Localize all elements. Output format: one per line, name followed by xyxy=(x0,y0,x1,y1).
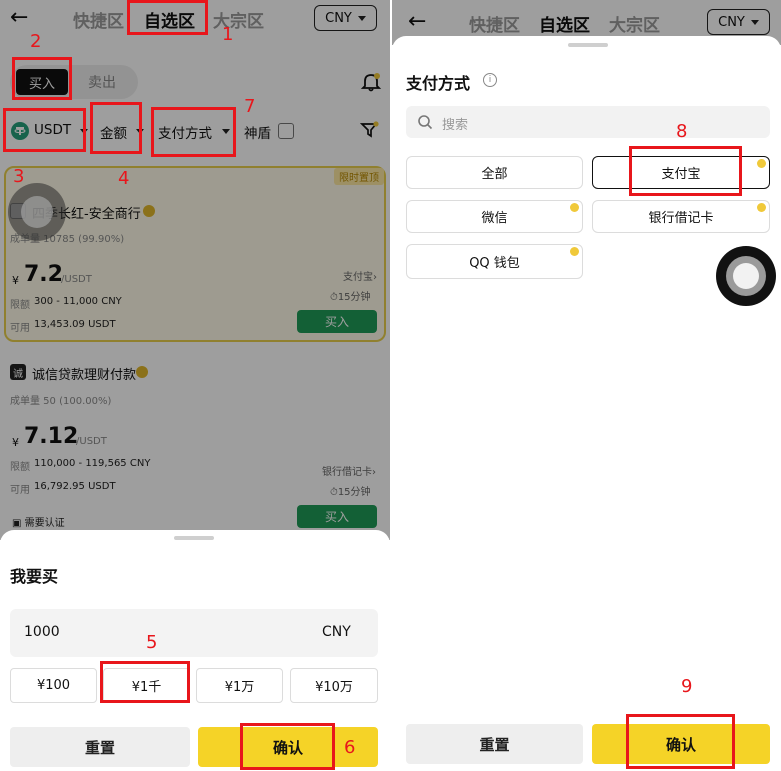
reset-button[interactable]: 重置 xyxy=(406,724,583,764)
search-placeholder: 搜索 xyxy=(442,118,469,133)
annotation-box-1 xyxy=(127,0,208,35)
annotation-box-8 xyxy=(629,146,742,196)
payment-option-bank-debit[interactable]: 银行借记卡 xyxy=(592,200,770,233)
payment-option-label: 微信 xyxy=(481,211,508,226)
assistive-touch-button[interactable] xyxy=(716,246,776,306)
quick-amount-100[interactable]: ¥100 xyxy=(10,668,97,703)
annotation-box-4 xyxy=(90,102,142,154)
annotation-box-3 xyxy=(3,108,86,152)
annotation-label-9: 9 xyxy=(681,676,693,697)
annotation-box-2 xyxy=(12,57,72,100)
search-icon xyxy=(418,115,433,130)
payment-option-label: 银行借记卡 xyxy=(648,211,714,226)
annotation-label-5: 5 xyxy=(146,632,158,653)
annotation-box-5 xyxy=(100,661,190,703)
annotation-label-3: 3 xyxy=(13,166,25,187)
sheet-handle[interactable] xyxy=(568,43,608,47)
annotation-label-6: 6 xyxy=(344,737,356,758)
sheet-title: 我要买 xyxy=(10,567,59,586)
coin-badge-icon xyxy=(570,203,579,212)
annotation-label-4: 4 xyxy=(118,168,130,189)
sheet-title: 支付方式 xyxy=(406,74,471,93)
payment-option-wechat[interactable]: 微信 xyxy=(406,200,583,233)
quick-amount-10k[interactable]: ¥1万 xyxy=(196,668,283,703)
reset-button[interactable]: 重置 xyxy=(10,727,190,767)
amount-value: 1000 xyxy=(24,624,60,640)
annotation-label-1: 1 xyxy=(222,24,234,45)
annotation-box-7 xyxy=(151,107,236,157)
payment-option-qq-wallet[interactable]: QQ 钱包 xyxy=(406,244,583,279)
info-icon[interactable]: i xyxy=(483,73,497,87)
payment-option-all[interactable]: 全部 xyxy=(406,156,583,189)
coin-badge-icon xyxy=(570,247,579,256)
assistive-touch-inner xyxy=(733,263,759,289)
sheet-handle[interactable] xyxy=(174,536,214,540)
annotation-label-7: 7 xyxy=(244,96,256,117)
annotation-box-9 xyxy=(626,714,735,769)
right-screen: ← 快捷区 自选区 大宗区 CNY 支付方式 i 搜索 全部 支付宝 微信 银行… xyxy=(392,0,781,771)
amount-currency: CNY xyxy=(322,624,351,640)
payment-option-label: QQ 钱包 xyxy=(469,256,520,271)
coin-badge-icon xyxy=(757,159,766,168)
annotation-label-8: 8 xyxy=(676,121,688,142)
annotation-label-2: 2 xyxy=(30,31,42,52)
annotation-box-6 xyxy=(240,723,335,770)
left-screen: ← 快捷区 自选区 大宗区 CNY 买入 卖出 USDT 金额 支付方式 神盾 … xyxy=(0,0,390,771)
quick-amount-100k[interactable]: ¥10万 xyxy=(290,668,378,703)
coin-badge-icon xyxy=(757,203,766,212)
